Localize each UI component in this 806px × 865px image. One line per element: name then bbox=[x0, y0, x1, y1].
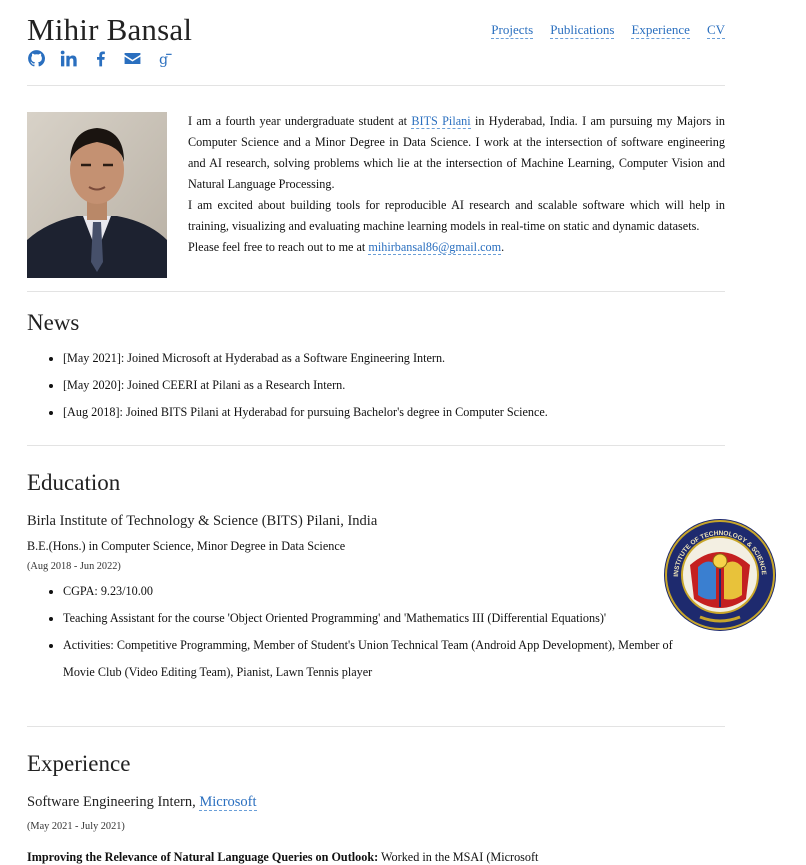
bio-paragraph-3: Please feel free to reach out to me at m… bbox=[188, 240, 505, 255]
experience-heading: Experience bbox=[27, 751, 131, 776]
nav-projects[interactable]: Projects bbox=[491, 22, 534, 39]
bio-section: I am a fourth year undergraduate student… bbox=[27, 86, 725, 292]
experience-role: Software Engineering Intern, Microsoft bbox=[27, 794, 257, 811]
degree-text: B.E.(Hons.) in Computer Science, Minor D… bbox=[27, 539, 346, 553]
nav-experience[interactable]: Experience bbox=[631, 22, 690, 39]
experience-dates: (May 2021 - July 2021) bbox=[27, 821, 125, 832]
education-list: CGPA: 9.23/10.00 Teaching Assistant for … bbox=[27, 578, 677, 686]
project-title: Improving the Relevance of Natural Langu… bbox=[27, 850, 379, 864]
project-description: Worked in the MSAI (Microsoft bbox=[378, 850, 539, 864]
bits-pilani-link[interactable]: BITS Pilani bbox=[411, 114, 471, 129]
list-item: Activities: Competitive Programming, Mem… bbox=[63, 632, 677, 686]
linkedin-icon[interactable] bbox=[59, 49, 78, 68]
envelope-icon[interactable] bbox=[123, 49, 142, 68]
microsoft-link[interactable]: Microsoft bbox=[199, 794, 257, 811]
list-item: [May 2020]: Joined CEERI at Pilani as a … bbox=[63, 372, 725, 399]
experience-project: Improving the Relevance of Natural Langu… bbox=[27, 850, 538, 865]
institution-name: Birla Institute of Technology & Science … bbox=[27, 513, 378, 529]
top-nav: Projects Publications Experience CV bbox=[491, 22, 725, 39]
education-section: Education Birla Institute of Technology … bbox=[27, 446, 776, 727]
page: Mihir Bansal g Projects Publications Exp… bbox=[27, 0, 776, 864]
google-scholar-icon[interactable]: g bbox=[155, 49, 174, 68]
bio-text: I am a fourth year undergraduate student… bbox=[188, 111, 725, 258]
email-link[interactable]: mihirbansal86@gmail.com bbox=[368, 240, 502, 255]
nav-publications[interactable]: Publications bbox=[550, 22, 615, 39]
bits-logo: BIRLA INSTITUTE OF TECHNOLOGY & SCIENCE … bbox=[658, 512, 780, 637]
github-icon[interactable] bbox=[27, 49, 46, 68]
site-header: Mihir Bansal g Projects Publications Exp… bbox=[27, 0, 725, 86]
news-list: [May 2021]: Joined Microsoft at Hyderaba… bbox=[27, 345, 725, 426]
profile-photo bbox=[27, 112, 167, 278]
list-item: [Aug 2018]: Joined BITS Pilani at Hydera… bbox=[63, 399, 725, 426]
list-item: CGPA: 9.23/10.00 bbox=[63, 578, 677, 605]
site-title: Mihir Bansal bbox=[27, 12, 193, 47]
list-item: Teaching Assistant for the course 'Objec… bbox=[63, 605, 677, 632]
bio-paragraph-1: I am a fourth year undergraduate student… bbox=[188, 114, 725, 191]
news-section: News [May 2021]: Joined Microsoft at Hyd… bbox=[27, 292, 725, 446]
education-heading: Education bbox=[27, 470, 121, 495]
social-links: g bbox=[27, 49, 174, 68]
news-heading: News bbox=[27, 310, 80, 335]
list-item: [May 2021]: Joined Microsoft at Hyderaba… bbox=[63, 345, 725, 372]
education-dates: (Aug 2018 - Jun 2022) bbox=[27, 561, 121, 572]
nav-cv[interactable]: CV bbox=[706, 22, 725, 39]
bio-paragraph-2: I am excited about building tools for re… bbox=[188, 198, 725, 233]
facebook-icon[interactable] bbox=[91, 49, 110, 68]
